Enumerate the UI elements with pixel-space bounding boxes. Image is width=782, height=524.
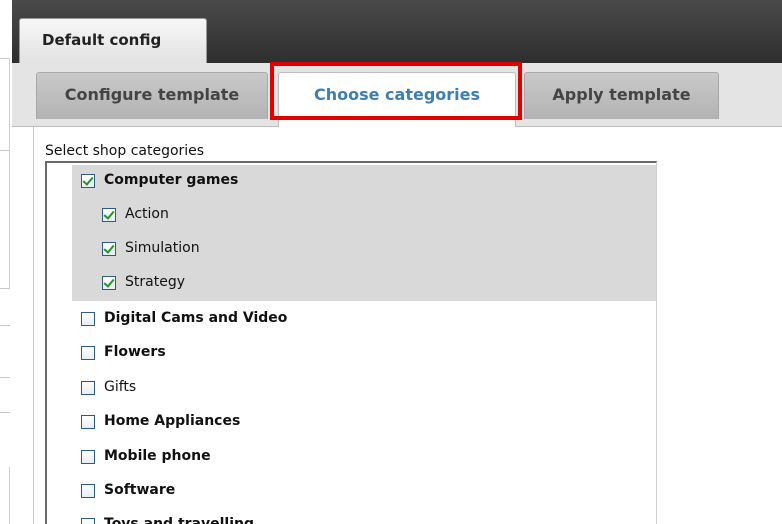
list-item-action[interactable]: Action <box>72 199 656 233</box>
category-label: Computer games <box>104 172 239 188</box>
checkbox[interactable] <box>81 346 95 360</box>
tab-default-config-label: Default config <box>42 31 162 49</box>
checkbox[interactable] <box>81 415 95 429</box>
checkbox[interactable] <box>81 484 95 498</box>
list-item-gifts[interactable]: Gifts <box>72 372 656 406</box>
tab-configure-template[interactable]: Configure template <box>36 72 268 119</box>
category-label: Gifts <box>104 379 137 395</box>
check-icon <box>103 208 115 220</box>
category-label: Toys and travelling <box>104 516 255 524</box>
tab-apply-template[interactable]: Apply template <box>524 72 719 119</box>
divider <box>0 288 10 289</box>
tab-configure-template-label: Configure template <box>64 85 240 104</box>
checkbox[interactable] <box>81 450 95 464</box>
list-item-digital-cams[interactable]: Digital Cams and Video <box>72 303 656 337</box>
checkbox[interactable] <box>81 312 95 326</box>
category-label: Software <box>104 482 176 498</box>
divider <box>0 377 10 378</box>
list-item-strategy[interactable]: Strategy <box>72 267 656 301</box>
checkbox[interactable] <box>81 518 95 524</box>
list-item-simulation[interactable]: Simulation <box>72 233 656 267</box>
check-icon <box>103 242 115 254</box>
category-label: Flowers <box>104 344 166 360</box>
category-label: Home Appliances <box>104 413 241 429</box>
check-icon <box>82 174 94 186</box>
list-item-mobile-phone[interactable]: Mobile phone <box>72 441 656 475</box>
list-item-software[interactable]: Software <box>72 475 656 509</box>
category-list[interactable]: Computer games Action Simulation Strateg… <box>45 161 657 524</box>
list-item-computer-games[interactable]: Computer games <box>72 165 656 199</box>
category-label: Mobile phone <box>104 448 211 464</box>
category-label: Strategy <box>125 274 185 290</box>
checkbox[interactable] <box>102 276 116 290</box>
list-item-flowers[interactable]: Flowers <box>72 337 656 371</box>
list-item-home-appliances[interactable]: Home Appliances <box>72 406 656 440</box>
category-label: Simulation <box>125 240 200 256</box>
left-panel-edge <box>0 0 12 524</box>
checkbox[interactable] <box>102 242 116 256</box>
category-label: Digital Cams and Video <box>104 310 288 326</box>
category-label: Action <box>125 206 169 222</box>
checkbox[interactable] <box>81 381 95 395</box>
list-item-toys[interactable]: Toys and travelling <box>72 509 656 524</box>
divider <box>0 412 10 413</box>
checkbox[interactable] <box>102 208 116 222</box>
divider <box>9 58 10 288</box>
divider <box>0 325 10 326</box>
check-icon <box>103 276 115 288</box>
divider <box>0 150 10 151</box>
tab-choose-categories[interactable]: Choose categories <box>278 72 516 127</box>
section-label: Select shop categories <box>45 143 205 159</box>
divider <box>9 467 10 524</box>
tab-apply-template-label: Apply template <box>552 85 691 104</box>
checkbox[interactable] <box>81 174 95 188</box>
tab-choose-categories-label: Choose categories <box>313 85 481 104</box>
tab-default-config[interactable]: Default config <box>19 18 207 63</box>
